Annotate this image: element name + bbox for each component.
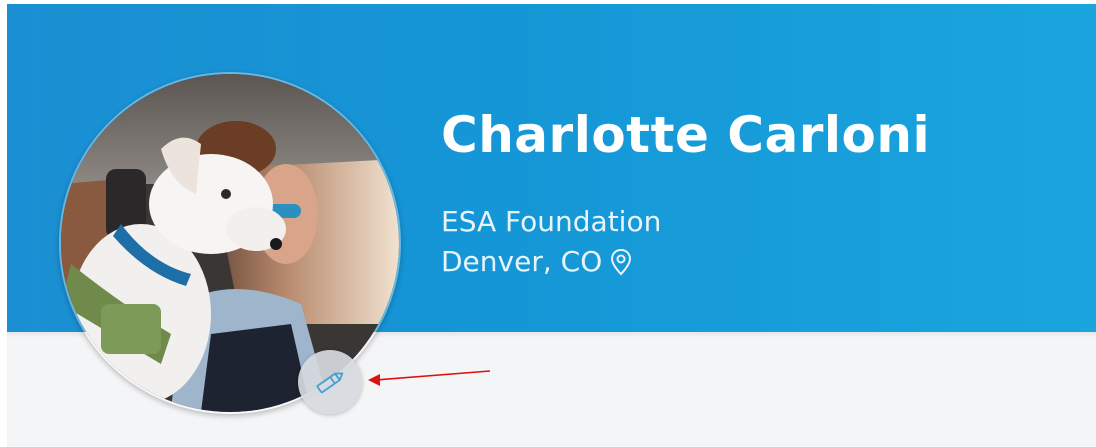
- profile-name: Charlotte Carloni: [441, 106, 931, 164]
- annotation-arrow: [368, 370, 491, 386]
- edit-photo-button[interactable]: [298, 350, 362, 414]
- pencil-icon: [316, 372, 344, 394]
- map-pin-icon: [610, 248, 632, 276]
- profile-location: Denver, CO: [441, 245, 632, 278]
- profile-organization: ESA Foundation: [441, 205, 662, 238]
- profile-location-text: Denver, CO: [441, 245, 603, 278]
- profile-page: Charlotte Carloni ESA Foundation Denver,…: [0, 0, 1096, 447]
